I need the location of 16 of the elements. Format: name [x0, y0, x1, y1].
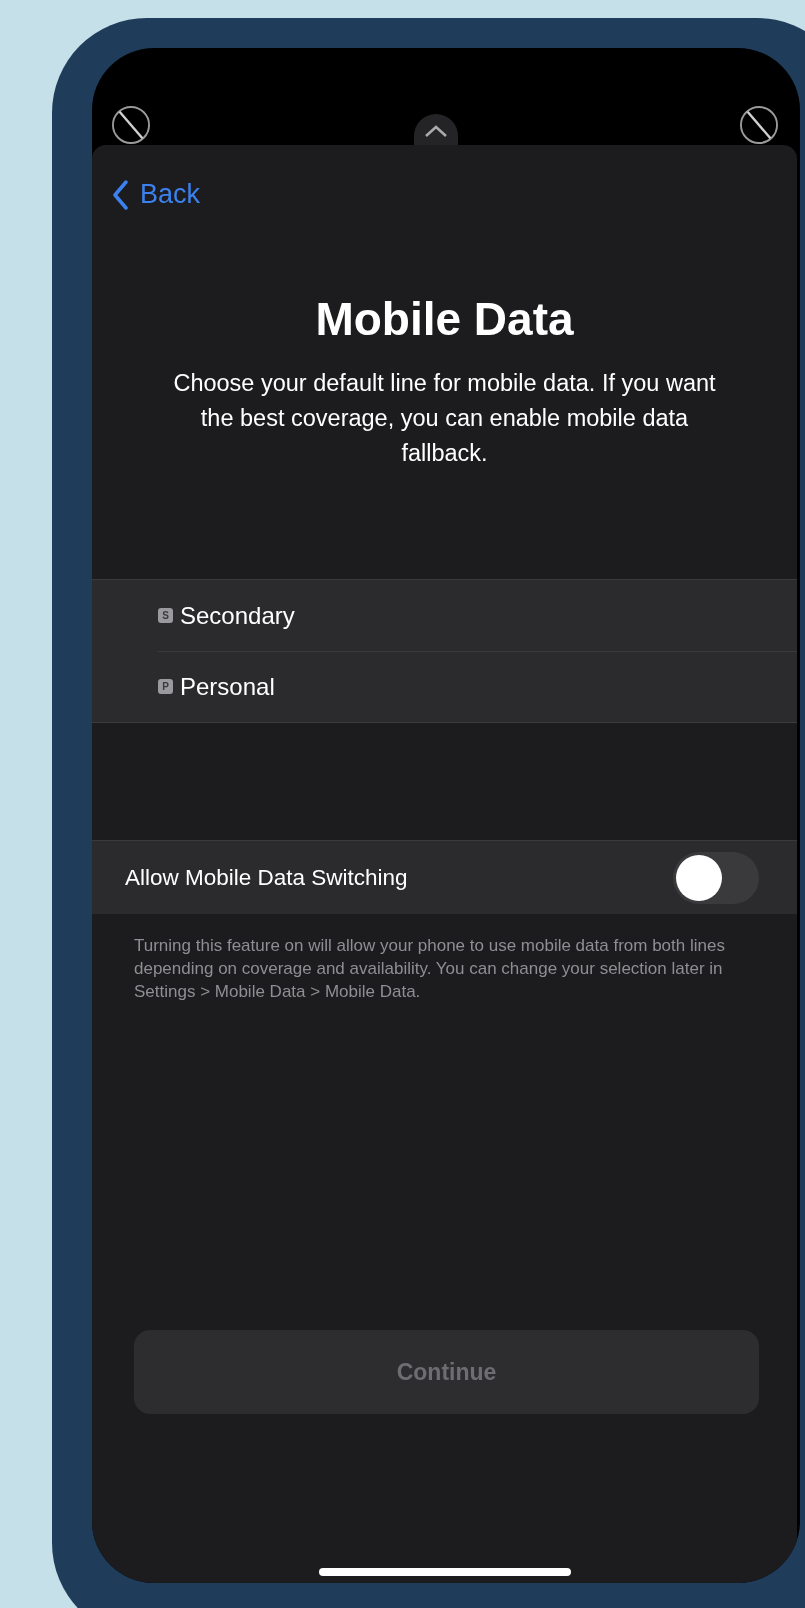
slashed-circle-icon	[112, 106, 150, 144]
chevron-up-icon	[423, 124, 449, 138]
chevron-up-button[interactable]	[414, 114, 458, 145]
back-button[interactable]: Back	[112, 179, 201, 210]
footnote-text: Turning this feature on will allow your phone to use mobile data from both lines depending on coverage and availability. You can change your selection later in Settings > Mobile Data > Mobile Data.	[134, 935, 726, 1003]
slashed-circle-icon	[740, 106, 778, 144]
line-label: Secondary	[180, 601, 295, 630]
description-text: Choose your default line for mobile data. If you want the best coverage, you can enable mobile data fallback.	[172, 369, 717, 468]
line-badge: S	[158, 608, 173, 623]
line-option[interactable]: S Secondary	[92, 580, 797, 651]
page-title: Mobile Data	[314, 292, 575, 346]
line-option[interactable]: P Personal	[92, 651, 797, 722]
chevron-left-icon	[112, 179, 128, 210]
line-badge: P	[158, 679, 173, 694]
switch-label: Allow Mobile Data Switching	[125, 864, 409, 891]
line-label: Personal	[180, 672, 275, 701]
